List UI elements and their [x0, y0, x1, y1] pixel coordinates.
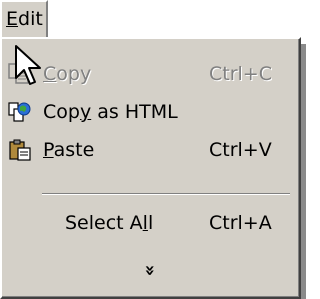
- menu-item-copy-shortcut: Ctrl+C: [209, 63, 272, 85]
- menu-item-paste-shortcut: Ctrl+V: [209, 139, 272, 161]
- edit-menu: Copy Ctrl+C Copy as HTML Paste Ctrl+V Se…: [0, 37, 301, 299]
- menu-item-select-all[interactable]: Select All Ctrl+A: [2, 204, 299, 242]
- menu-item-copy-as-html[interactable]: Copy as HTML: [2, 93, 299, 131]
- expand-menu-chevron-icon[interactable]: »: [139, 265, 160, 277]
- menu-shadow: [301, 44, 306, 299]
- menu-item-select-all-shortcut: Ctrl+A: [209, 212, 272, 234]
- menu-item-copy[interactable]: Copy Ctrl+C: [2, 55, 299, 93]
- mouse-cursor-icon: [15, 45, 41, 85]
- menubar-edit[interactable]: Edit: [0, 0, 48, 37]
- menu-item-paste[interactable]: Paste Ctrl+V: [2, 131, 299, 169]
- menu-item-select-all-label: Select All: [65, 212, 154, 234]
- paste-icon: [9, 139, 31, 161]
- menu-separator: [42, 193, 290, 195]
- copy-as-html-icon: [8, 102, 31, 122]
- menu-item-copy-label: Copy: [43, 63, 92, 85]
- menubar-edit-label: Edit: [6, 8, 43, 30]
- menu-item-paste-label: Paste: [43, 139, 95, 161]
- menu-item-copy-as-html-label: Copy as HTML: [43, 101, 178, 123]
